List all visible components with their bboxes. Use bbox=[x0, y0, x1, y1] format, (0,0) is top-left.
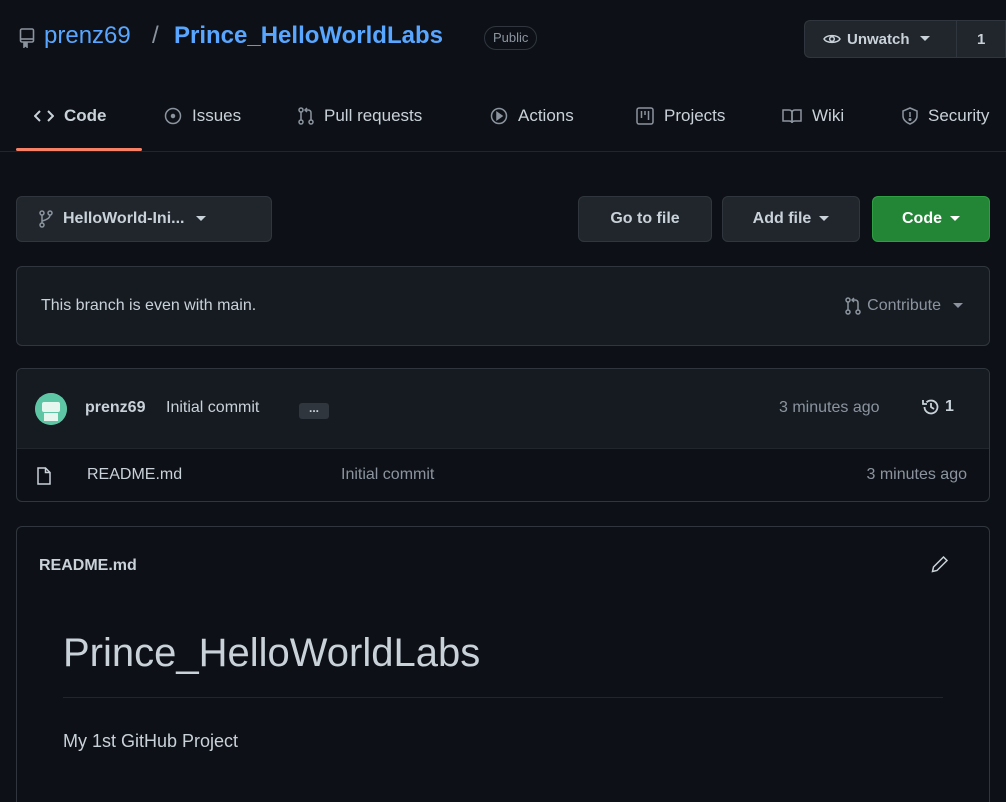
tab-projects-label: Projects bbox=[664, 106, 726, 125]
active-tab-indicator bbox=[16, 148, 142, 151]
branch-status-text: This branch is even with main. bbox=[41, 297, 257, 314]
branch-icon bbox=[39, 210, 53, 228]
commit-author[interactable]: prenz69 bbox=[85, 399, 145, 417]
heading-divider bbox=[63, 697, 943, 698]
tab-issues[interactable]: Issues bbox=[164, 96, 241, 136]
repo-nav-tabs: Code Issues Pull requests Actions Projec… bbox=[0, 96, 1006, 152]
tab-projects[interactable]: Projects bbox=[636, 96, 725, 136]
contribute-button[interactable]: Contribute bbox=[845, 297, 963, 315]
tab-security[interactable]: Security bbox=[902, 96, 989, 136]
contribute-label: Contribute bbox=[867, 297, 941, 314]
branch-name: HelloWorld-Ini... bbox=[63, 210, 185, 227]
issue-icon bbox=[164, 107, 182, 125]
path-separator: / bbox=[152, 22, 159, 49]
file-commit-message[interactable]: Initial commit bbox=[341, 466, 434, 484]
eye-icon bbox=[823, 32, 841, 46]
commit-message[interactable]: Initial commit bbox=[166, 399, 259, 417]
tab-actions-label: Actions bbox=[518, 106, 574, 125]
readme-panel: README.md Prince_HelloWorldLabs My 1st G… bbox=[16, 526, 990, 802]
readme-filename[interactable]: README.md bbox=[39, 557, 137, 575]
tab-pull-requests[interactable]: Pull requests bbox=[298, 96, 422, 136]
commit-count: 1 bbox=[945, 398, 954, 415]
code-icon bbox=[34, 109, 54, 123]
chevron-down-icon bbox=[950, 216, 960, 222]
commit-history-link[interactable]: 1 bbox=[921, 397, 954, 417]
repo-owner-link[interactable]: prenz69 bbox=[44, 22, 131, 50]
tab-code-label: Code bbox=[64, 106, 107, 125]
file-commit-time: 3 minutes ago bbox=[866, 466, 967, 483]
shield-icon bbox=[902, 107, 918, 125]
pull-request-icon bbox=[845, 297, 861, 315]
tab-code[interactable]: Code bbox=[34, 96, 107, 136]
chevron-down-icon bbox=[196, 216, 207, 222]
play-icon bbox=[490, 107, 508, 125]
commit-time[interactable]: 3 minutes ago bbox=[779, 399, 880, 417]
file-icon bbox=[37, 467, 51, 485]
file-browser: prenz69 Initial commit ... 3 minutes ago… bbox=[16, 368, 990, 502]
tab-issues-label: Issues bbox=[192, 106, 242, 125]
chevron-down-icon bbox=[819, 216, 830, 222]
unwatch-label: Unwatch bbox=[847, 30, 910, 48]
visibility-badge: Public bbox=[484, 26, 538, 50]
book-icon bbox=[782, 108, 802, 124]
go-to-file-button[interactable]: Go to file bbox=[578, 196, 712, 242]
pull-request-icon bbox=[298, 107, 314, 125]
project-icon bbox=[636, 107, 654, 125]
pencil-icon[interactable] bbox=[931, 555, 949, 573]
table-row[interactable]: README.md Initial commit 3 minutes ago bbox=[17, 449, 989, 501]
readme-paragraph: My 1st GitHub Project bbox=[63, 731, 239, 751]
tab-wiki[interactable]: Wiki bbox=[782, 96, 844, 136]
expand-commit-button[interactable]: ... bbox=[299, 402, 329, 419]
tab-wiki-label: Wiki bbox=[812, 106, 845, 125]
add-file-button[interactable]: Add file bbox=[722, 196, 860, 242]
latest-commit-bar: prenz69 Initial commit ... 3 minutes ago… bbox=[17, 369, 989, 449]
chevron-down-icon bbox=[919, 36, 930, 42]
repo-name-link[interactable]: Prince_HelloWorldLabs bbox=[174, 22, 443, 50]
code-button[interactable]: Code bbox=[872, 196, 990, 242]
tab-actions[interactable]: Actions bbox=[490, 96, 574, 136]
file-name-link[interactable]: README.md bbox=[87, 466, 182, 484]
repo-icon bbox=[18, 28, 36, 48]
branch-select-button[interactable]: HelloWorld-Ini... bbox=[16, 196, 272, 242]
avatar[interactable] bbox=[35, 393, 67, 425]
code-button-label: Code bbox=[902, 210, 942, 227]
tab-pull-requests-label: Pull requests bbox=[324, 106, 423, 125]
history-icon bbox=[921, 397, 941, 417]
add-file-label: Add file bbox=[752, 210, 812, 227]
chevron-down-icon bbox=[953, 303, 963, 309]
tab-security-label: Security bbox=[928, 106, 990, 125]
readme-heading: Prince_HelloWorldLabs bbox=[63, 631, 481, 675]
branch-status-box: This branch is even with main. Contribut… bbox=[16, 266, 990, 346]
watcher-count[interactable]: 1 bbox=[956, 20, 1006, 58]
unwatch-button[interactable]: Unwatch bbox=[804, 20, 956, 58]
repo-header: prenz69 / Prince_HelloWorldLabs Public U… bbox=[0, 0, 1006, 80]
